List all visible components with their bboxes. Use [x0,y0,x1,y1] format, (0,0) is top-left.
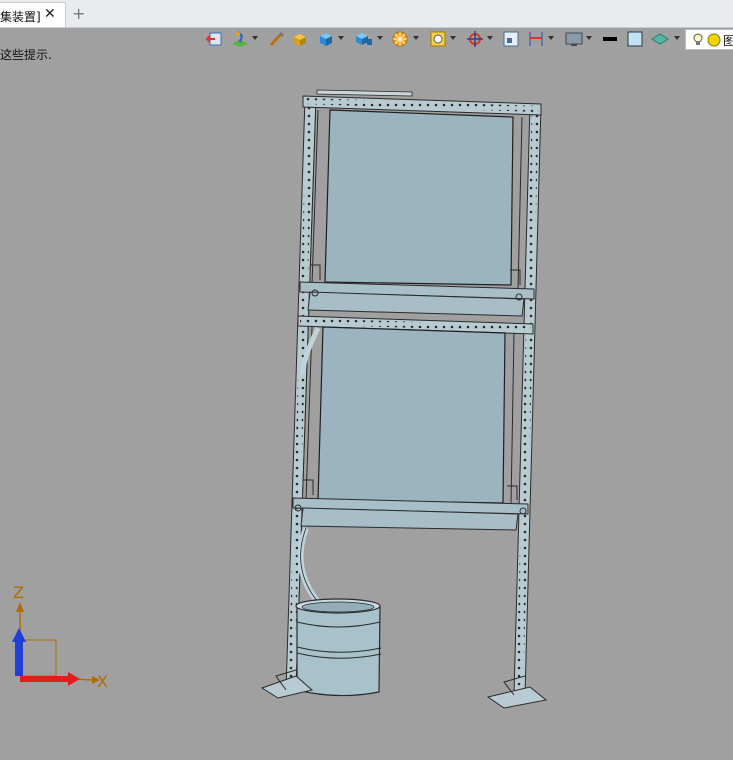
lightbulb-icon [693,33,703,45]
x-axis-label: X [97,672,108,691]
line-style-icon[interactable] [600,30,620,50]
upper-panel [324,109,514,286]
status-box[interactable]: 图 [685,29,733,50]
status-text: 图 [723,34,733,48]
chevron-down-icon[interactable] [674,36,680,40]
x-axis-arrow [20,676,70,682]
lower-hose [297,526,321,604]
collection-barrel [295,598,382,697]
chevron-down-icon[interactable] [413,36,419,40]
status-icon [707,33,721,47]
tab-label: 集装置] [0,10,41,24]
target-icon[interactable] [466,30,484,50]
view-toolbar [200,27,733,53]
section-icon[interactable] [527,30,545,50]
axis-triad: Z X [12,583,108,691]
right-post [513,103,542,696]
right-foot [486,686,548,709]
chevron-down-icon[interactable] [377,36,383,40]
chevron-down-icon[interactable] [450,36,456,40]
exit-sketch-icon[interactable] [206,30,224,50]
z-axis-arrow [15,640,23,676]
close-icon[interactable]: ✕ [44,6,56,22]
cube-icon[interactable] [317,30,335,50]
render-wheel-icon[interactable] [391,30,409,50]
brush-icon[interactable] [268,30,286,50]
solid-box-icon[interactable] [291,30,309,50]
top-ledge [316,89,413,97]
chevron-down-icon[interactable] [338,36,344,40]
multi-cube-icon[interactable] [354,30,374,50]
chevron-down-icon[interactable] [487,36,493,40]
sketch-plane-icon[interactable] [230,30,250,50]
z-axis-label: Z [13,583,24,602]
add-tab-button[interactable]: + [72,4,85,23]
layer-icon[interactable] [650,30,670,50]
chevron-down-icon[interactable] [548,36,554,40]
tab-bar: 集装置] ✕ + [0,0,733,28]
view-zoom-icon[interactable] [429,30,447,50]
viewport-3d[interactable]: Z X [0,60,733,756]
tab-assembly[interactable]: 集装置] ✕ [0,2,66,27]
color-swatch-icon[interactable] [626,30,644,50]
lower-panel [317,326,506,504]
chevron-down-icon[interactable] [586,36,592,40]
frame-icon[interactable] [502,30,520,50]
chevron-down-icon[interactable] [252,36,258,40]
frame-assembly[interactable] [260,89,548,709]
display-icon[interactable] [564,30,584,50]
